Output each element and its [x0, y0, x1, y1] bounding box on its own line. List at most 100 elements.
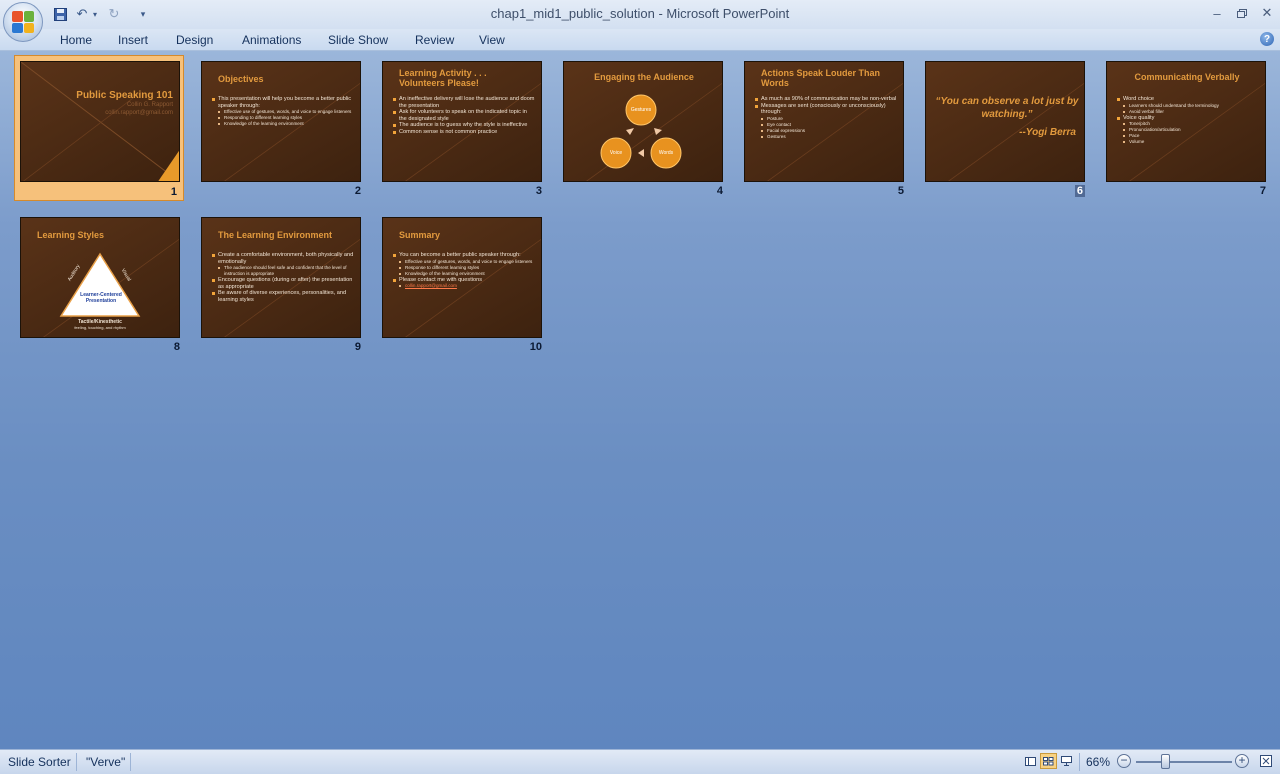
cycle-label: Words	[658, 150, 674, 156]
slide-preview: Actions Speak Louder Than Words As much …	[744, 61, 904, 182]
window-title: chap1_mid1_public_solution - Microsoft P…	[490, 6, 790, 21]
restore-icon[interactable]	[1231, 4, 1253, 22]
theme-name[interactable]: "Verve"	[86, 755, 125, 769]
bullet: Common sense is not common practice	[393, 129, 535, 136]
bullet: Encourage questions (during or after) th…	[212, 277, 354, 290]
bullet: Messages are sent (consciously or uncons…	[755, 103, 897, 116]
slide-thumbnail-9[interactable]: The Learning Environment Create a comfor…	[195, 211, 365, 357]
slide-preview: Learning Styles Learner-Centered Present…	[20, 217, 180, 338]
slide-number: 1	[170, 186, 177, 198]
slide-bullets: As much as 90% of communication may be n…	[755, 96, 897, 140]
bullet: As much as 90% of communication may be n…	[755, 96, 897, 103]
view-name: Slide Sorter	[8, 755, 71, 769]
slide-preview: Summary You can become a better public s…	[382, 217, 542, 338]
title-bar: ↶ ▾ ↻ ▾ chap1_mid1_public_solution - Mic…	[0, 0, 1280, 42]
office-logo-icon	[12, 11, 34, 33]
slide-thumbnail-8[interactable]: Learning Styles Learner-Centered Present…	[14, 211, 184, 357]
slide-preview: “You can observe a lot just by watching.…	[925, 61, 1085, 182]
slide-title: Public Speaking 101	[76, 90, 173, 101]
tab-view[interactable]: View	[479, 33, 505, 47]
tab-home[interactable]: Home	[60, 33, 92, 47]
bullet: Create a comfortable environment, both p…	[212, 252, 354, 265]
tab-slide-show[interactable]: Slide Show	[328, 33, 388, 47]
tab-animations[interactable]: Animations	[242, 33, 301, 47]
slide-thumbnail-7[interactable]: Communicating Verbally Word choice Learn…	[1100, 55, 1270, 201]
fit-to-window-icon[interactable]	[1257, 753, 1274, 769]
slide-thumbnail-3[interactable]: Learning Activity . . . Volunteers Pleas…	[376, 55, 546, 201]
status-bar: Slide Sorter "Verve" 66% − +	[0, 749, 1280, 774]
close-icon[interactable]: ✕	[1256, 4, 1278, 22]
slide-number: 3	[535, 185, 542, 197]
bullet: Word choice	[1117, 96, 1259, 103]
slide-bullets: You can become a better public speaker t…	[393, 252, 535, 289]
slide-title: Summary	[399, 230, 441, 240]
bullet: Knowledge of the learning environment	[212, 121, 354, 127]
slide-thumbnail-2[interactable]: Objectives This presentation will help y…	[195, 55, 365, 201]
office-button[interactable]	[3, 2, 43, 42]
slide-sorter-view-icon[interactable]	[1040, 753, 1057, 769]
bullet: This presentation will help you become a…	[212, 96, 354, 109]
bullet: An ineffective delivery will lose the au…	[393, 96, 535, 109]
slide-title: Objectives	[218, 74, 264, 84]
slide-number: 6	[1074, 185, 1085, 197]
triangle-bottom-label: feeling, touching, and rhythm	[74, 325, 126, 330]
slide-bullets: This presentation will help you become a…	[212, 96, 354, 127]
slide-title: Communicating Verbally	[1134, 72, 1240, 82]
divider	[1079, 753, 1080, 771]
email-link[interactable]: collin.rapport@gmail.com	[393, 283, 535, 289]
slide-thumbnail-6[interactable]: “You can observe a lot just by watching.…	[919, 55, 1089, 201]
slide-title: Learning Activity . . . Volunteers Pleas…	[399, 68, 487, 88]
triangle-center-label: Presentation	[85, 298, 117, 304]
slide-quote-author: --Yogi Berra	[1019, 127, 1076, 138]
slide-number: 5	[897, 185, 904, 197]
divider	[76, 753, 77, 771]
bullet: The audience is to guess why the style i…	[393, 122, 535, 129]
cycle-label: Gestures	[630, 107, 652, 113]
slide-number: 8	[173, 341, 180, 353]
help-icon[interactable]: ?	[1260, 32, 1274, 46]
slide-quote: “You can observe a lot just by watching.…	[935, 96, 1079, 120]
tab-insert[interactable]: Insert	[118, 33, 148, 47]
zoom-in-icon[interactable]: +	[1235, 754, 1249, 768]
bullet: Voice quality	[1117, 115, 1259, 122]
slide-number: 4	[716, 185, 723, 197]
background-decoration	[948, 82, 1084, 181]
slide-number: 9	[354, 341, 361, 353]
zoom-level[interactable]: 66%	[1086, 755, 1110, 769]
bullet: Be aware of diverse experiences, persona…	[212, 290, 354, 303]
zoom-slider[interactable]	[1136, 761, 1232, 763]
divider	[130, 753, 131, 771]
slide-title: The Learning Environment	[218, 230, 333, 240]
slide-thumbnail-10[interactable]: Summary You can become a better public s…	[376, 211, 546, 357]
slide-bullets: Create a comfortable environment, both p…	[212, 252, 354, 304]
slide-preview: Engaging the Audience Gestures Voice Wor…	[563, 61, 723, 182]
slide-preview: Communicating Verbally Word choice Learn…	[1106, 61, 1266, 182]
minimize-icon[interactable]: –	[1206, 4, 1228, 22]
slide-subtitle: collin.rapport@gmail.com	[105, 110, 173, 116]
slide-bullets: An ineffective delivery will lose the au…	[393, 96, 535, 136]
bullet: Ask for volunteers to speak on the indic…	[393, 109, 535, 122]
slide-preview: The Learning Environment Create a comfor…	[201, 217, 361, 338]
slide-preview: Objectives This presentation will help y…	[201, 61, 361, 182]
cycle-label: Voice	[609, 150, 623, 156]
bullet: The audience should feel safe and confid…	[212, 265, 354, 277]
slide-number: 2	[354, 185, 361, 197]
zoom-out-icon[interactable]: −	[1117, 754, 1131, 768]
slide-number: 7	[1259, 185, 1266, 197]
slide-thumbnail-4[interactable]: Engaging the Audience Gestures Voice Wor…	[557, 55, 727, 201]
normal-view-icon[interactable]	[1022, 753, 1039, 769]
slide-thumbnail-1[interactable]: Public Speaking 101 Collin G. Rapport co…	[14, 55, 184, 201]
bullet: Gestures	[755, 134, 897, 140]
background-decoration	[21, 62, 179, 181]
slide-thumbnail-5[interactable]: Actions Speak Louder Than Words As much …	[738, 55, 908, 201]
slide-subtitle: Collin G. Rapport	[126, 102, 173, 108]
zoom-slider-thumb[interactable]	[1161, 754, 1171, 769]
slide-title: Actions Speak Louder Than Words	[761, 68, 881, 88]
bullet: Volume	[1117, 139, 1259, 145]
slide-bullets: Word choice Learners should understand t…	[1117, 96, 1259, 145]
cycle-diagram	[600, 94, 682, 169]
tab-review[interactable]: Review	[415, 33, 454, 47]
slide-number: 10	[529, 341, 542, 353]
tab-design[interactable]: Design	[176, 33, 213, 47]
slide-show-view-icon[interactable]	[1058, 753, 1075, 769]
